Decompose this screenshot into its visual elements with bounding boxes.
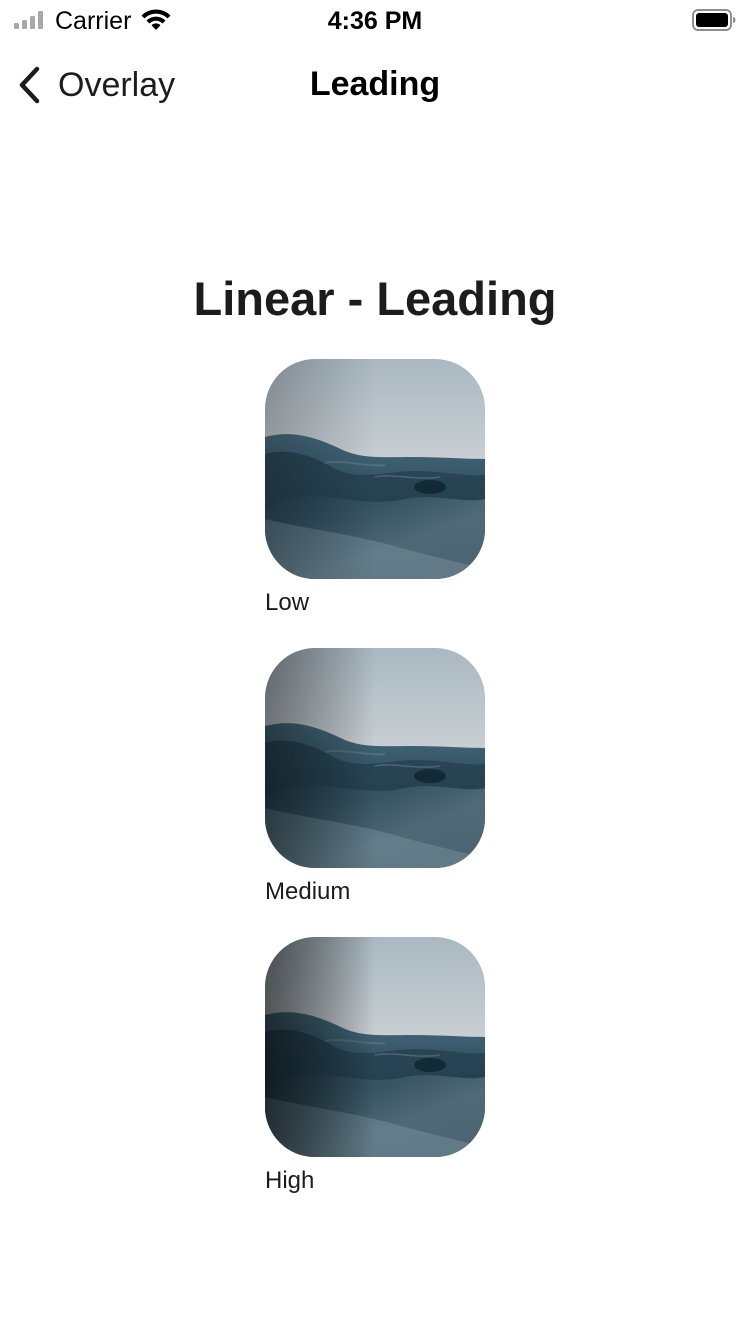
section-title: Linear - Leading [193,272,557,325]
battery-icon [692,9,736,31]
list-item-low: Low [265,359,505,617]
item-label: Low [265,589,310,616]
item-label: Medium [265,878,351,905]
list-item-high: High [265,937,505,1195]
navigation-bar: Overlay Leading [0,40,750,130]
ocean-image [265,937,485,1157]
ocean-image [265,648,485,868]
item-label: High [265,1167,315,1194]
nav-title: Leading [309,65,441,103]
status-time: 4:36 PM [327,7,423,35]
ocean-image [265,359,485,579]
list-item-medium: Medium [265,648,505,906]
status-bar: Carrier 4:36 PM [0,0,750,40]
